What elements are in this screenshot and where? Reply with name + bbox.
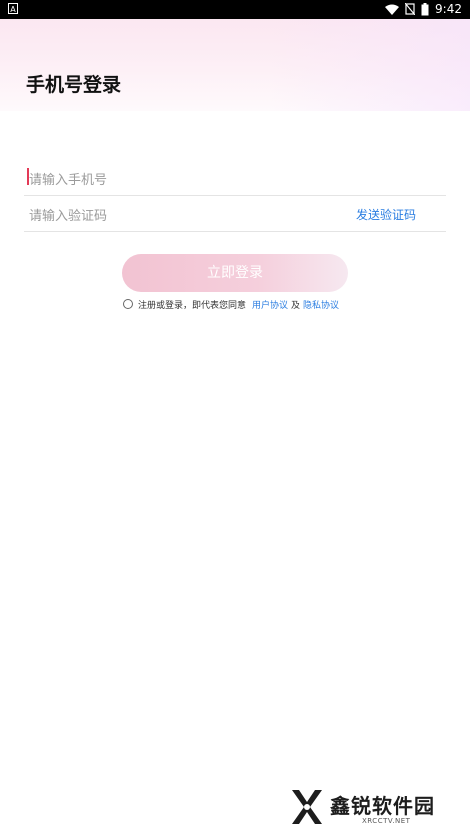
- no-sim-icon: [405, 3, 416, 15]
- privacy-agreement-link[interactable]: 隐私协议: [303, 298, 339, 311]
- send-code-button[interactable]: 发送验证码: [356, 206, 416, 223]
- battery-icon: [421, 2, 429, 16]
- watermark-logo-icon: [292, 790, 322, 824]
- watermark: 鑫锐软件园 XRCCTV.NET: [290, 788, 450, 828]
- agreement-prefix: 注册或登录，即代表您同意: [138, 300, 247, 311]
- agreement-row: 注册或登录，即代表您同意 用户协议 及 隐私协议: [123, 297, 339, 311]
- watermark-site: XRCCTV.NET: [362, 817, 411, 825]
- status-bar: A 9:42: [0, 0, 470, 19]
- phone-input-placeholder: 请输入手机号: [29, 173, 108, 188]
- code-field[interactable]: 请输入验证码 发送验证码: [24, 196, 446, 232]
- phone-field[interactable]: 请输入手机号: [24, 160, 446, 196]
- app-notification-icon: A: [8, 3, 18, 14]
- watermark-name: 鑫锐软件园: [330, 794, 435, 818]
- user-agreement-link[interactable]: 用户协议: [252, 298, 288, 311]
- clock-time: 9:42: [435, 2, 462, 16]
- wifi-icon: [385, 4, 400, 15]
- status-icons: 9:42: [385, 2, 462, 16]
- agreement-radio[interactable]: [123, 299, 133, 309]
- header-background: [0, 19, 470, 111]
- login-button[interactable]: 立即登录: [122, 254, 348, 292]
- page-title: 手机号登录: [26, 74, 122, 96]
- code-input-placeholder: 请输入验证码: [29, 209, 108, 224]
- agreement-conjunction: 及: [291, 300, 301, 311]
